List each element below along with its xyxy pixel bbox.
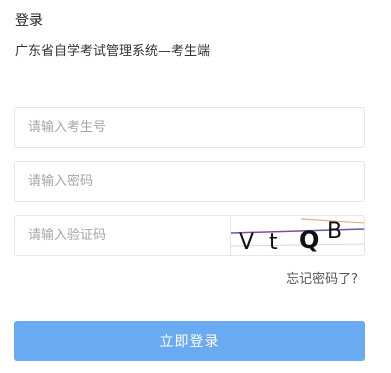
- page-title: 登录: [15, 13, 43, 29]
- captcha-char: t: [269, 230, 278, 255]
- captcha-char: V: [239, 230, 254, 255]
- captcha-char: Q: [299, 226, 319, 254]
- captcha-input[interactable]: [15, 216, 218, 255]
- captcha-graphic: V t Q B: [231, 218, 364, 255]
- captcha-image[interactable]: V t Q B: [231, 215, 365, 256]
- captcha-char: B: [327, 219, 342, 244]
- forgot-password-link[interactable]: 忘记密码了?: [286, 270, 358, 290]
- student-id-field: [14, 107, 365, 148]
- student-id-input[interactable]: [15, 108, 328, 147]
- captcha-field: [14, 215, 231, 256]
- password-input[interactable]: [15, 162, 328, 201]
- login-button[interactable]: 立即登录: [14, 321, 365, 361]
- password-field: [14, 161, 365, 202]
- system-name: 广东省自学考试管理系统—考生端: [15, 44, 211, 59]
